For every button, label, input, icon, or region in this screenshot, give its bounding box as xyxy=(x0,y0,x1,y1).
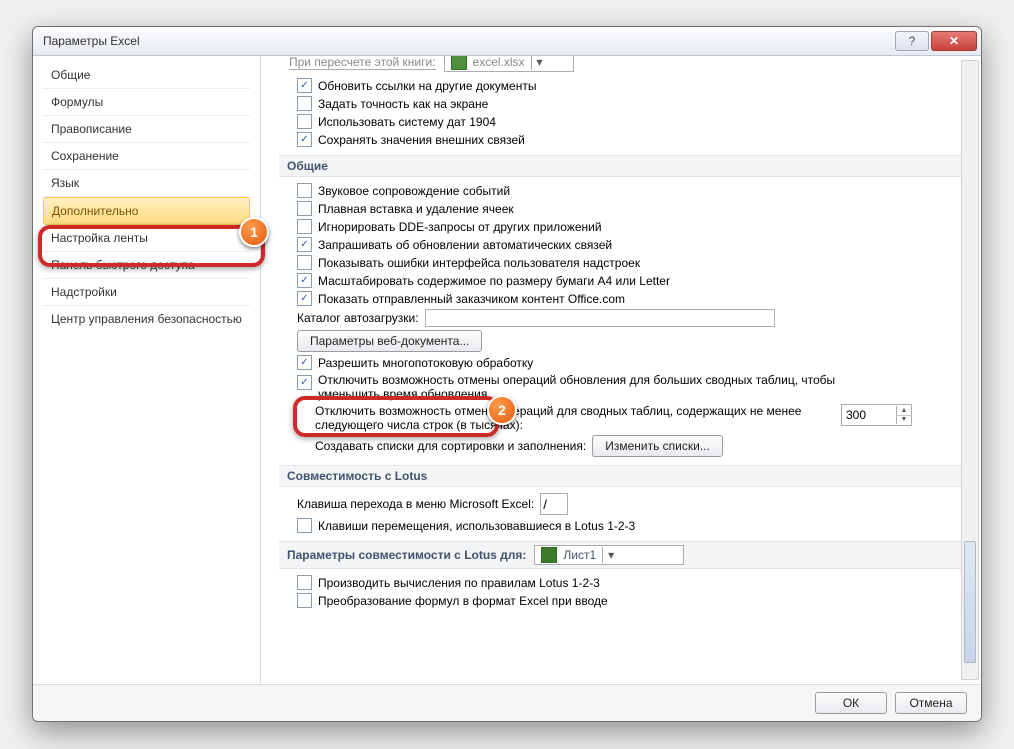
lotus-menu-key-input[interactable] xyxy=(540,493,568,515)
chk-ignore-dde[interactable] xyxy=(297,219,312,234)
undo-pivot-rows-spinner[interactable]: ▲▼ xyxy=(841,404,912,426)
chk-sound-label: Звуковое сопровождение событий xyxy=(318,184,510,198)
sidebar-item-ribbon[interactable]: Настройка ленты xyxy=(43,225,250,252)
general-section-header: Общие xyxy=(279,155,971,177)
chk-multithread-label: Разрешить многопотоковую обработку xyxy=(318,356,533,370)
sheet-icon xyxy=(541,547,557,563)
recalc-workbook-combo[interactable]: excel.xlsx ▾ xyxy=(444,56,574,72)
sidebar-item-trustcenter[interactable]: Центр управления безопасностью xyxy=(43,306,250,332)
excel-file-icon xyxy=(451,56,467,70)
web-options-button[interactable]: Параметры веб-документа... xyxy=(297,330,482,352)
help-button[interactable]: ? xyxy=(895,31,929,51)
chk-office-content[interactable] xyxy=(297,291,312,306)
recalc-label: При пересчете этой книги: xyxy=(289,56,436,70)
lotus-compat-header: Совместимость с Lotus xyxy=(279,465,971,487)
lotus-menu-label: Клавиша перехода в меню Microsoft Excel: xyxy=(297,497,534,511)
autoload-label: Каталог автозагрузки: xyxy=(297,311,419,325)
chk-office-content-label: Показать отправленный заказчиком контент… xyxy=(318,292,625,306)
dialog-footer: ОК Отмена xyxy=(33,684,981,721)
lotus-sheet-combo[interactable]: Лист1 ▾ xyxy=(534,545,684,565)
chk-lotus-formula-convert-label: Преобразование формул в формат Excel при… xyxy=(318,594,608,608)
chk-smooth-insert[interactable] xyxy=(297,201,312,216)
category-sidebar: Общие Формулы Правописание Сохранение Яз… xyxy=(33,56,261,684)
close-button[interactable]: ✕ xyxy=(931,31,977,51)
chk-lotus-calc-label: Производить вычисления по правилам Lotus… xyxy=(318,576,600,590)
sidebar-item-formulas[interactable]: Формулы xyxy=(43,89,250,116)
lotus-params-header: Параметры совместимости с Lotus для: Лис… xyxy=(279,541,971,569)
undo-pivot-rows-input[interactable] xyxy=(842,406,896,424)
lotus-sheet-value: Лист1 xyxy=(563,548,596,562)
chevron-down-icon: ▾ xyxy=(602,547,619,563)
excel-options-dialog: Параметры Excel ? ✕ Общие Формулы Правоп… xyxy=(32,26,982,722)
chk-disable-undo-big-pivot-label: Отключить возможность отмены операций об… xyxy=(318,373,898,401)
window-title: Параметры Excel xyxy=(43,34,893,48)
chk-ignore-dde-label: Игнорировать DDE-запросы от других прило… xyxy=(318,220,602,234)
chk-ask-update[interactable] xyxy=(297,237,312,252)
recalc-workbook-value: excel.xlsx xyxy=(473,56,525,69)
spin-down-icon[interactable]: ▼ xyxy=(897,416,911,425)
chk-precision-label: Задать точность как на экране xyxy=(318,97,488,111)
chk-save-external-label: Сохранять значения внешних связей xyxy=(318,133,525,147)
undo-pivot-rows-label: Отключить возможность отмены операций дл… xyxy=(315,404,835,432)
spin-up-icon[interactable]: ▲ xyxy=(897,406,911,416)
chk-disable-undo-big-pivot[interactable] xyxy=(297,375,312,390)
scrollbar-thumb[interactable] xyxy=(964,541,976,663)
titlebar: Параметры Excel ? ✕ xyxy=(33,27,981,56)
chk-save-external[interactable] xyxy=(297,132,312,147)
chk-scale-a4[interactable] xyxy=(297,273,312,288)
options-content: При пересчете этой книги: excel.xlsx ▾ О… xyxy=(261,56,981,684)
chk-sound[interactable] xyxy=(297,183,312,198)
sidebar-item-qat[interactable]: Панель быстрого доступа xyxy=(43,252,250,279)
autoload-path-input[interactable] xyxy=(425,309,775,327)
chk-1904-label: Использовать систему дат 1904 xyxy=(318,115,496,129)
chevron-down-icon: ▾ xyxy=(531,56,548,70)
chk-lotus-calc[interactable] xyxy=(297,575,312,590)
chk-addin-errors[interactable] xyxy=(297,255,312,270)
chk-multithread[interactable] xyxy=(297,355,312,370)
chk-smooth-insert-label: Плавная вставка и удаление ячеек xyxy=(318,202,514,216)
chk-ask-update-label: Запрашивать об обновлении автоматических… xyxy=(318,238,612,252)
edit-lists-button[interactable]: Изменить списки... xyxy=(592,435,723,457)
chk-lotus-formula-convert[interactable] xyxy=(297,593,312,608)
chk-update-links[interactable] xyxy=(297,78,312,93)
recalc-section-header: При пересчете этой книги: excel.xlsx ▾ xyxy=(289,56,963,72)
chk-precision[interactable] xyxy=(297,96,312,111)
sidebar-item-save[interactable]: Сохранение xyxy=(43,143,250,170)
chk-lotus-keys-label: Клавиши перемещения, использовавшиеся в … xyxy=(318,519,635,533)
sort-lists-label: Создавать списки для сортировки и заполн… xyxy=(315,439,586,453)
chk-addin-errors-label: Показывать ошибки интерфейса пользовател… xyxy=(318,256,640,270)
chk-scale-a4-label: Масштабировать содержимое по размеру бум… xyxy=(318,274,670,288)
chk-1904[interactable] xyxy=(297,114,312,129)
sidebar-item-language[interactable]: Язык xyxy=(43,170,250,197)
chk-lotus-keys[interactable] xyxy=(297,518,312,533)
ok-button[interactable]: ОК xyxy=(815,692,887,714)
sidebar-item-proofing[interactable]: Правописание xyxy=(43,116,250,143)
lotus-params-label: Параметры совместимости с Lotus для: xyxy=(287,548,526,562)
sidebar-item-general[interactable]: Общие xyxy=(43,62,250,89)
sidebar-item-addins[interactable]: Надстройки xyxy=(43,279,250,306)
content-scrollbar[interactable] xyxy=(961,60,979,680)
chk-update-links-label: Обновить ссылки на другие документы xyxy=(318,79,536,93)
cancel-button[interactable]: Отмена xyxy=(895,692,967,714)
sidebar-item-advanced[interactable]: Дополнительно xyxy=(43,197,250,225)
